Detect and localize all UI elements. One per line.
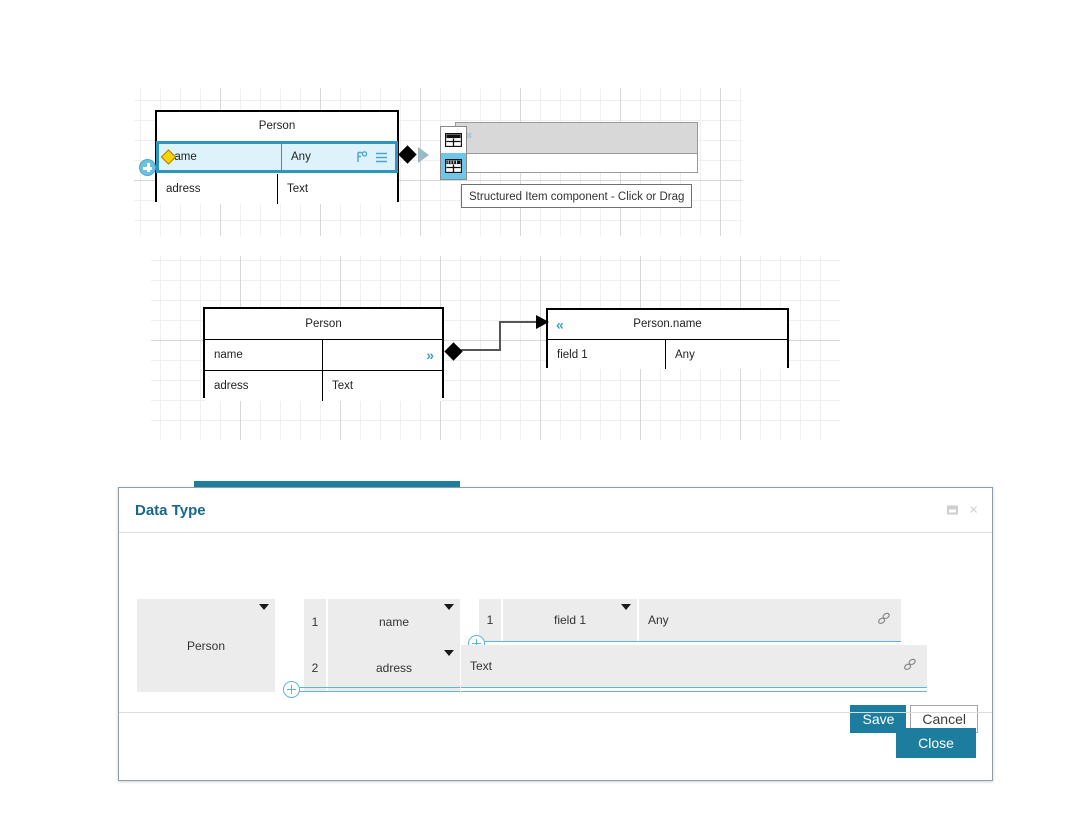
entity-title-label: Person.name [633, 318, 702, 330]
entity-row-adress[interactable]: adress Text [157, 174, 397, 204]
entity-row-name-label: name [159, 144, 282, 170]
window-controls[interactable]: × [947, 503, 978, 518]
subfield-name-dropdown-1[interactable]: field 1 [503, 599, 637, 641]
palette-backdrop-panel: « [455, 122, 698, 173]
entity-title: Person [205, 309, 442, 340]
entity-person-bottom[interactable]: Person name » adress Text [203, 307, 444, 401]
add-row-handle-icon[interactable] [139, 159, 156, 176]
link-icon[interactable] [356, 151, 369, 164]
chain-link-icon [903, 658, 916, 670]
table-component-icon [445, 133, 462, 147]
field-index-1: 1 [304, 599, 326, 645]
palette-item-structured-item-component[interactable] [441, 153, 466, 179]
entity-row-adress[interactable]: adress Text [205, 371, 442, 401]
association-connector [454, 315, 549, 351]
field-name-value-2: adress [375, 661, 413, 675]
palette-backdrop-header: « [456, 123, 697, 154]
chevron-down-icon [444, 604, 454, 610]
entity-row-icons[interactable] [356, 151, 388, 164]
palette-item-table-component[interactable] [441, 127, 466, 153]
chevron-double-right-icon[interactable]: » [426, 347, 434, 363]
add-field-button[interactable] [283, 681, 300, 698]
type-selector-value: Person [186, 638, 226, 653]
field-name-value-1: name [378, 615, 410, 629]
subfield-type-field-1[interactable]: Any [639, 599, 901, 641]
entity-row-name-type-label: Any [291, 151, 311, 163]
entity-row-adress-label: adress [157, 174, 278, 204]
add-field-line[interactable] [293, 687, 460, 692]
entity-row-name[interactable]: name » [205, 340, 442, 371]
subfield-type-value-1: Any [648, 613, 669, 627]
restore-icon[interactable] [947, 505, 959, 515]
chevron-down-icon [259, 604, 269, 610]
menu-icon[interactable] [375, 151, 388, 163]
field-name-dropdown-2[interactable]: adress [328, 645, 460, 691]
entity-person-name[interactable]: « Person.name field 1 Any [546, 308, 789, 369]
dialog-title: Data Type [135, 501, 206, 519]
close-button[interactable]: Close [896, 728, 976, 758]
dialog-accent-bar [194, 481, 460, 487]
field-index-2: 2 [304, 645, 326, 691]
entity-title: « Person.name [548, 310, 787, 340]
entity-row-name-type: » [323, 340, 442, 370]
subfield-name-value-1: field 1 [553, 613, 587, 627]
entity-row-adress-type: Text [287, 183, 309, 195]
chain-link-icon [877, 612, 890, 624]
dialog-header: Data Type × [119, 488, 992, 533]
dialog-footer: Close [119, 712, 992, 780]
structured-item-component-icon [445, 159, 462, 173]
entity-title: Person [157, 112, 397, 142]
close-icon[interactable]: × [969, 503, 978, 518]
field-type-field-2[interactable]: Text [461, 645, 927, 687]
entity-row-adress-label: adress [205, 371, 323, 401]
type-selector-dropdown[interactable]: Person [137, 599, 275, 692]
entity-row-name-label: name [205, 340, 323, 370]
palette-tooltip: Structured Item component - Click or Dra… [461, 184, 693, 208]
chevron-down-icon [444, 650, 454, 656]
dialog-body: Person 1 name 2 adress 1 field 1 Any Tex… [119, 533, 992, 733]
entity-row-adress-type: Text [332, 380, 354, 392]
entity-row-field1-type: Any [675, 348, 695, 361]
entity-person-top[interactable]: Person name Any adress Text [155, 110, 399, 204]
field-type-value-2: Text [470, 659, 493, 673]
chevron-down-icon [621, 604, 631, 610]
field-name-dropdown-1[interactable]: name [328, 599, 460, 645]
entity-row-field1[interactable]: field 1 Any [548, 340, 787, 369]
component-palette-popup[interactable] [440, 126, 467, 180]
subfield-index-1: 1 [479, 599, 501, 641]
entity-row-name-type: Any [282, 144, 395, 170]
drop-target-arrow-icon [418, 147, 429, 163]
link-icon[interactable] [903, 658, 917, 674]
add-field-line-secondary[interactable] [461, 687, 927, 692]
data-type-dialog: Data Type × Person 1 name 2 adress 1 fie… [118, 487, 993, 781]
link-icon[interactable] [877, 612, 891, 628]
entity-row-name[interactable]: name Any [156, 141, 398, 173]
